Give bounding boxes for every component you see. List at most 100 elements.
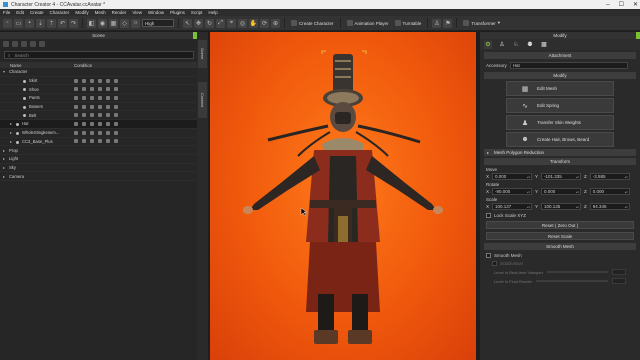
animation-player-button[interactable]: Animation Player bbox=[345, 18, 391, 28]
condition-toggle-icon[interactable] bbox=[98, 121, 102, 126]
pick-icon[interactable]: ↖ bbox=[183, 18, 192, 28]
attachment-section[interactable]: Attachment bbox=[484, 52, 636, 59]
scene-tree-row[interactable]: Skirt bbox=[0, 77, 197, 86]
condition-toggle-icon[interactable] bbox=[82, 78, 86, 83]
condition-toggle-icon[interactable] bbox=[90, 87, 94, 92]
import-icon[interactable]: ⇣ bbox=[36, 18, 45, 28]
rotate-icon[interactable]: ↻ bbox=[205, 18, 214, 28]
condition-toggle-icon[interactable] bbox=[82, 87, 86, 92]
column-name[interactable]: Name bbox=[10, 63, 21, 68]
grid-icon[interactable]: ▦ bbox=[109, 18, 118, 28]
condition-toggle-icon[interactable] bbox=[98, 87, 102, 92]
menu-modify[interactable]: Modify bbox=[75, 10, 88, 15]
motion-tab-icon[interactable]: ♘ bbox=[512, 41, 520, 49]
condition-toggle-icon[interactable] bbox=[106, 130, 110, 135]
zoom-icon[interactable]: ⊕ bbox=[271, 18, 280, 28]
render-level-slider[interactable] bbox=[536, 280, 608, 282]
visibility-icon[interactable] bbox=[16, 123, 19, 127]
condition-toggle-icon[interactable] bbox=[114, 104, 118, 109]
chevron-down-icon[interactable]: ▾ bbox=[3, 69, 5, 74]
scene-tree-row[interactable]: ▸ Light bbox=[0, 155, 197, 164]
viewport-scrollbar[interactable] bbox=[476, 32, 479, 360]
condition-toggle-icon[interactable] bbox=[74, 78, 78, 83]
menu-character[interactable]: Character bbox=[50, 10, 70, 15]
condition-toggle-icon[interactable] bbox=[74, 104, 78, 109]
rotate-y-field[interactable]: 0.000 bbox=[541, 188, 582, 195]
scene-tree-row[interactable]: Shoe bbox=[0, 85, 197, 95]
transfer-skin-weights-button[interactable]: ♟ Transfer Skin Weights bbox=[506, 115, 614, 130]
transform-section[interactable]: Transform bbox=[484, 158, 636, 165]
smooth-mesh-checkbox[interactable] bbox=[486, 253, 491, 258]
visibility-icon[interactable] bbox=[23, 79, 26, 83]
lock-icon[interactable] bbox=[39, 41, 45, 47]
condition-toggle-icon[interactable] bbox=[90, 139, 94, 144]
tab-scene[interactable]: Scene bbox=[198, 40, 207, 68]
attributes-tab-icon[interactable]: ⚙ bbox=[484, 40, 492, 49]
move-x-field[interactable]: 0.000 bbox=[492, 173, 533, 180]
panel-pin-icon[interactable] bbox=[636, 32, 640, 39]
menu-window[interactable]: Window bbox=[148, 10, 164, 15]
export-icon[interactable]: ⇡ bbox=[47, 18, 56, 28]
condition-toggle-icon[interactable] bbox=[114, 121, 118, 126]
scene-tree-row[interactable]: ▸ WholeStingkesem... bbox=[0, 129, 197, 138]
wireframe-icon[interactable]: ◇ bbox=[120, 18, 129, 28]
scale-y-field[interactable]: 100.135 bbox=[541, 203, 582, 210]
visibility-icon[interactable] bbox=[12, 41, 18, 47]
condition-toggle-icon[interactable] bbox=[98, 78, 102, 83]
chevron-right-icon[interactable]: ▸ bbox=[10, 130, 12, 135]
condition-toggle-icon[interactable] bbox=[98, 95, 102, 100]
condition-toggle-icon[interactable] bbox=[90, 104, 94, 109]
condition-toggle-icon[interactable] bbox=[98, 139, 102, 144]
visibility-icon[interactable] bbox=[23, 105, 26, 109]
turntable-button[interactable]: Turntable bbox=[393, 18, 424, 28]
smooth-mesh-section[interactable]: Smooth Mesh bbox=[484, 243, 636, 250]
condition-toggle-icon[interactable] bbox=[82, 139, 86, 144]
transformer-button[interactable]: Transformer ▾ bbox=[461, 18, 502, 28]
create-hair-button[interactable]: ☻ Create Hair, Brows, Beard bbox=[506, 132, 614, 147]
accessory-field[interactable]: Hat bbox=[509, 62, 628, 69]
condition-toggle-icon[interactable] bbox=[82, 113, 86, 118]
chevron-right-icon[interactable]: ▸ bbox=[3, 174, 5, 179]
quality-select[interactable]: High bbox=[142, 19, 174, 27]
condition-toggle-icon[interactable] bbox=[114, 113, 118, 118]
reset-zero-button[interactable]: Reset ( Zero Out ) bbox=[486, 221, 634, 229]
condition-toggle-icon[interactable] bbox=[82, 130, 86, 135]
scene-tree-row[interactable]: Belt bbox=[0, 111, 197, 121]
edit-spring-button[interactable]: ∿ Edit Spring bbox=[506, 98, 614, 113]
visibility-icon[interactable] bbox=[23, 97, 26, 101]
condition-toggle-icon[interactable] bbox=[74, 121, 78, 126]
menu-file[interactable]: File bbox=[3, 10, 10, 15]
subdivision-checkbox[interactable] bbox=[492, 261, 497, 266]
condition-toggle-icon[interactable] bbox=[114, 78, 118, 83]
visibility-icon[interactable] bbox=[23, 114, 26, 118]
pose-tab-icon[interactable]: ♙ bbox=[498, 41, 506, 49]
collapse-icon[interactable] bbox=[21, 41, 27, 47]
condition-toggle-icon[interactable] bbox=[114, 139, 118, 144]
expand-icon[interactable] bbox=[30, 41, 36, 47]
condition-toggle-icon[interactable] bbox=[90, 78, 94, 83]
render-icon[interactable]: ◧ bbox=[87, 18, 96, 28]
rotate-x-field[interactable]: -90.000 bbox=[492, 188, 533, 195]
character-model[interactable] bbox=[210, 32, 476, 360]
light-icon[interactable]: ☼ bbox=[131, 18, 140, 28]
scene-tree-row[interactable]: ▾ Character bbox=[0, 68, 197, 77]
minimize-icon[interactable]: – bbox=[606, 2, 609, 8]
scene-tree-row[interactable]: ▸ Hat bbox=[0, 120, 197, 129]
orbit-icon[interactable]: ⟳ bbox=[260, 18, 269, 28]
create-character-button[interactable]: Create Character bbox=[289, 18, 336, 28]
chevron-right-icon[interactable]: ▸ bbox=[3, 148, 5, 153]
condition-toggle-icon[interactable] bbox=[90, 113, 94, 118]
condition-toggle-icon[interactable] bbox=[74, 87, 78, 92]
condition-toggle-icon[interactable] bbox=[98, 130, 102, 135]
scale-icon[interactable]: ⤢ bbox=[216, 18, 225, 28]
undo-icon[interactable]: ↶ bbox=[58, 18, 67, 28]
condition-toggle-icon[interactable] bbox=[114, 95, 118, 100]
scale-z-field[interactable]: 94.345 bbox=[589, 203, 630, 210]
scene-tree-row[interactable]: ▸ CC3_Base_Plus bbox=[0, 138, 197, 147]
save-icon[interactable]: ▪ bbox=[25, 18, 34, 28]
modify-section[interactable]: Modify bbox=[484, 72, 636, 79]
visibility-icon[interactable] bbox=[16, 140, 19, 144]
chevron-right-icon[interactable]: ▸ bbox=[3, 165, 5, 170]
condition-toggle-icon[interactable] bbox=[82, 104, 86, 109]
tab-content[interactable]: Content bbox=[198, 82, 207, 118]
